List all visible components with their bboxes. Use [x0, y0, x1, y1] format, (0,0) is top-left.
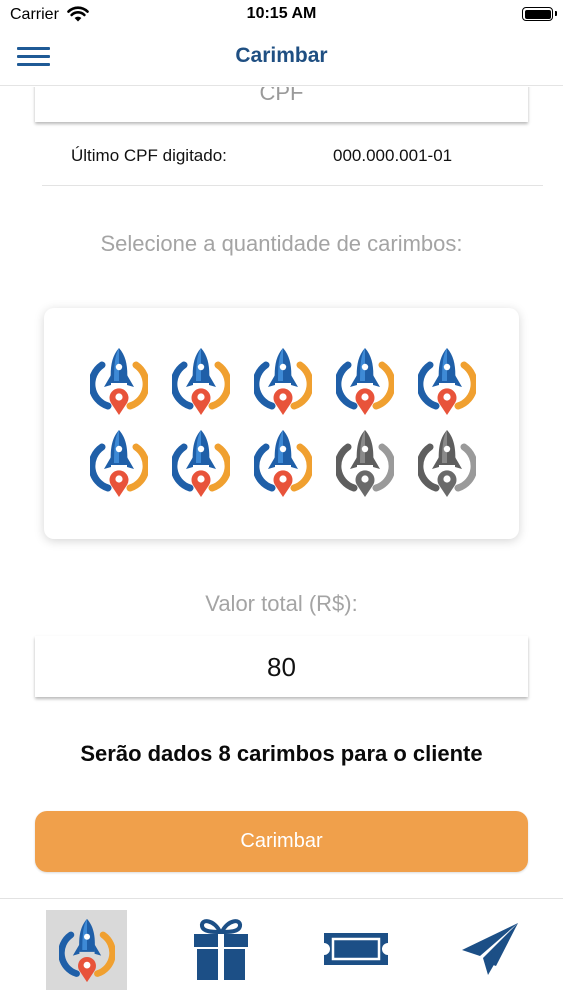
last-cpf-value: 000.000.001-01 — [333, 146, 453, 165]
stamp-selector-card — [44, 308, 519, 539]
stamp-option-8-icon[interactable] — [254, 427, 312, 499]
stamp-option-1-icon[interactable] — [90, 345, 148, 417]
stamp-option-2-icon[interactable] — [172, 345, 230, 417]
total-value-label: Valor total (R$): — [205, 591, 358, 616]
stamp-button-label: Carimbar — [240, 830, 323, 852]
total-value: 80 — [267, 652, 296, 682]
rocket-location-stamp-icon — [254, 430, 312, 497]
gift-icon — [194, 919, 248, 980]
ticket-icon — [324, 933, 388, 965]
stamp-option-7-icon[interactable] — [172, 427, 230, 499]
tab-stamp[interactable] — [46, 910, 127, 990]
stamp-button[interactable]: Carimbar — [35, 811, 528, 872]
tab-bar — [0, 898, 563, 1000]
rocket-location-stamp-icon — [418, 348, 476, 415]
paper-plane-icon — [462, 923, 518, 975]
tab-gift[interactable] — [193, 918, 249, 980]
divider — [42, 185, 543, 186]
stamp-option-4-icon[interactable] — [336, 345, 394, 417]
stamp-option-9-icon[interactable] — [336, 427, 394, 499]
rocket-location-stamp-icon — [418, 430, 476, 497]
rocket-location-stamp-icon — [254, 348, 312, 415]
rocket-location-stamp-icon — [172, 430, 230, 497]
stamp-option-5-icon[interactable] — [418, 345, 476, 417]
battery-icon — [522, 7, 557, 21]
rocket-location-stamp-icon — [336, 348, 394, 415]
stamp-screen: Carrier 10:15 AM Carimbar Último CPF dig… — [0, 0, 563, 1000]
rocket-location-stamp-icon — [90, 430, 148, 497]
tab-send[interactable] — [460, 922, 520, 976]
page-title: Carimbar — [235, 44, 328, 67]
nav-bar: Carimbar — [0, 30, 563, 86]
rocket-location-stamp-icon — [90, 348, 148, 415]
stamp-option-10-icon[interactable] — [418, 427, 476, 499]
rocket-stamp-icon — [59, 918, 115, 983]
stamp-summary: Serão dados 8 carimbos para o cliente — [80, 741, 483, 766]
rocket-location-stamp-icon — [336, 430, 394, 497]
status-time: 10:15 AM — [246, 5, 317, 22]
tab-ticket[interactable] — [321, 931, 391, 967]
stamp-option-6-icon[interactable] — [90, 427, 148, 499]
status-bar: Carrier 10:15 AM — [0, 0, 563, 30]
last-cpf-label: Último CPF digitado: — [71, 146, 227, 165]
total-value-field[interactable]: 80 — [35, 636, 528, 697]
rocket-location-stamp-icon — [172, 348, 230, 415]
stamp-quantity-label: Selecione a quantidade de carimbos: — [100, 231, 463, 256]
stamp-option-3-icon[interactable] — [254, 345, 312, 417]
